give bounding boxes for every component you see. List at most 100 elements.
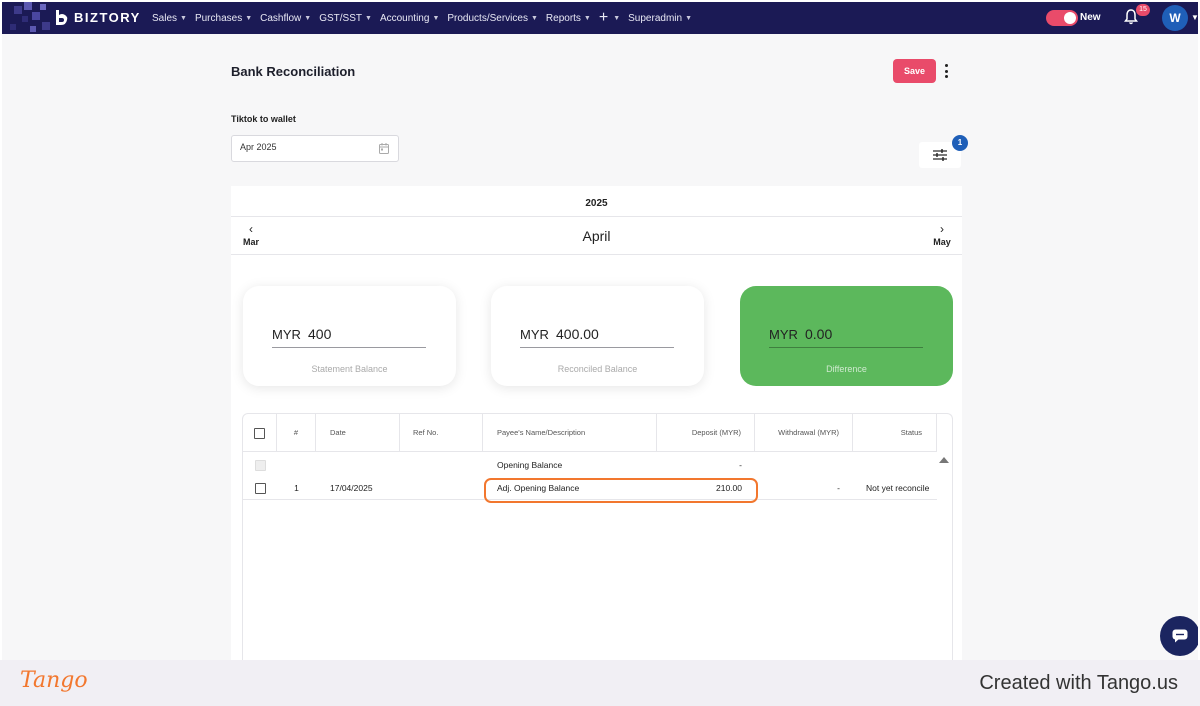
menu-purchases[interactable]: Purchases ▼ <box>195 13 252 24</box>
caret-down-icon: ▼ <box>530 14 538 22</box>
caret-down-icon: ▼ <box>685 14 692 22</box>
difference-label: Difference <box>826 364 867 374</box>
caret-down-icon: ▼ <box>304 14 312 22</box>
app-window: BIZTORY Sales ▼ Purchases ▼ Cashflow ▼ GST/… <box>2 2 1198 660</box>
reconciled-balance-label: Reconciled Balance <box>557 364 638 374</box>
calendar-icon[interactable] <box>379 143 389 154</box>
statement-balance-field[interactable]: MYR 400 <box>272 322 426 348</box>
menu-label: Reports <box>545 12 581 24</box>
menu-label: Purchases <box>194 12 243 24</box>
period-picker[interactable] <box>231 135 399 162</box>
row-number: 1 <box>294 483 299 493</box>
menu-label: Cashflow <box>260 12 302 24</box>
notification-count-badge: 15 <box>1136 4 1150 16</box>
tango-credit-text: Created with Tango.us <box>979 672 1178 694</box>
caret-down-icon: ▼ <box>245 14 253 22</box>
bank-account-label: Tiktok to wallet <box>231 114 296 124</box>
top-navbar: BIZTORY Sales ▼ Purchases ▼ Cashflow ▼ GST/… <box>2 2 1198 34</box>
column-header-deposit[interactable]: Deposit (MYR) <box>657 414 755 452</box>
caret-down-icon: ▼ <box>613 14 621 22</box>
row-withdrawal: - <box>837 483 840 493</box>
period-input[interactable] <box>240 142 370 152</box>
page-title: Bank Reconciliation <box>231 64 356 79</box>
caret-down-icon: ▼ <box>432 14 440 22</box>
caret-down-icon: ▼ <box>583 14 591 22</box>
new-ui-toggle[interactable] <box>1046 10 1078 26</box>
tango-logo: Tango <box>20 668 88 693</box>
row-status <box>853 453 937 477</box>
reconciliation-card: 2025 ‹ Mar April › May MYR 400 Statement… <box>231 186 962 660</box>
menu-label: Sales <box>152 12 178 24</box>
user-avatar[interactable]: W <box>1162 5 1188 31</box>
select-all-cell <box>243 414 277 452</box>
column-header-ref[interactable]: Ref No. <box>400 414 483 452</box>
row-deposit: - <box>739 460 742 470</box>
reconciled-balance-card: MYR 400.00 Reconciled Balance <box>491 286 704 386</box>
row-withdrawal <box>755 453 853 477</box>
column-header-number[interactable]: # <box>277 414 316 452</box>
brand-mark-icon <box>56 10 68 25</box>
next-month-label: May <box>933 237 951 247</box>
column-header-date[interactable]: Date <box>316 414 400 452</box>
save-button[interactable]: Save <box>893 59 936 83</box>
menu-label: Accounting <box>379 12 430 24</box>
row-number <box>277 453 316 477</box>
column-header-payee[interactable]: Payee's Name/Description <box>483 414 657 452</box>
menu-label: GST/SST <box>319 12 363 24</box>
reconciled-balance-field: MYR 400.00 <box>520 322 674 348</box>
menu-quick-add[interactable]: + ▼ <box>599 10 620 26</box>
difference-card: MYR 0.00 Difference <box>740 286 953 386</box>
difference-value: 0.00 <box>805 326 833 342</box>
chevron-right-icon: › <box>940 222 944 236</box>
column-header-withdrawal[interactable]: Withdrawal (MYR) <box>755 414 853 452</box>
more-options-icon[interactable] <box>942 64 950 78</box>
user-menu-chevron-icon[interactable]: ▼ <box>1191 13 1198 22</box>
table-header: # Date Ref No. Payee's Name/Description … <box>243 414 937 452</box>
tango-footer: Tango Created with Tango.us <box>0 660 1200 706</box>
row-checkbox[interactable] <box>254 483 266 495</box>
currency-code: MYR <box>272 327 301 342</box>
brand-name: BIZTORY <box>74 10 141 25</box>
screenshot-frame: BIZTORY Sales ▼ Purchases ▼ Cashflow ▼ GST/… <box>0 0 1200 706</box>
row-payee: Opening Balance <box>497 460 563 470</box>
row-date: 17/04/2025 <box>330 483 373 493</box>
statement-balance-value: 400 <box>308 326 332 342</box>
column-header-status[interactable]: Status <box>853 414 937 452</box>
row-date <box>316 453 400 477</box>
scroll-up-arrow-icon[interactable] <box>939 457 949 463</box>
menu-label: Products/Services <box>447 12 528 24</box>
plus-icon: + <box>598 9 609 26</box>
next-month-button[interactable]: › May <box>932 223 952 247</box>
filter-count-badge: 1 <box>952 135 968 151</box>
menu-superadmin[interactable]: Superadmin ▼ <box>628 13 692 24</box>
statement-balance-label: Statement Balance <box>311 364 388 374</box>
currency-code: MYR <box>520 327 549 342</box>
current-month-label: April <box>582 228 611 244</box>
menu-accounting[interactable]: Accounting ▼ <box>380 13 439 24</box>
statement-balance-card: MYR 400 Statement Balance <box>243 286 456 386</box>
tango-highlight-box <box>484 478 758 503</box>
menu-sales[interactable]: Sales ▼ <box>152 13 187 24</box>
menu-cashflow[interactable]: Cashflow ▼ <box>260 13 311 24</box>
transactions-table: # Date Ref No. Payee's Name/Description … <box>242 413 953 660</box>
row-checkbox-disabled <box>254 460 266 472</box>
row-select-cell <box>243 453 277 477</box>
filter-sliders-icon <box>933 149 947 161</box>
menu-reports[interactable]: Reports ▼ <box>546 13 591 24</box>
menu-products-services[interactable]: Products/Services ▼ <box>447 13 538 24</box>
currency-code: MYR <box>769 327 798 342</box>
row-ref <box>400 476 483 500</box>
menu-gst-sst[interactable]: GST/SST ▼ <box>319 13 372 24</box>
table-row-opening-balance: Opening Balance - <box>243 453 937 477</box>
menu-label: Superadmin <box>628 12 683 24</box>
select-all-checkbox[interactable] <box>254 427 265 439</box>
reconciled-balance-value: 400.00 <box>556 326 599 342</box>
row-status: Not yet reconcile <box>866 483 930 493</box>
chat-button[interactable] <box>1160 616 1198 656</box>
row-select-cell <box>243 476 277 500</box>
brand-logo[interactable]: BIZTORY <box>2 2 142 34</box>
caret-down-icon: ▼ <box>365 14 372 22</box>
month-navigator: ‹ Mar April › May <box>231 217 962 255</box>
difference-field: MYR 0.00 <box>769 322 923 348</box>
chat-bubble-icon <box>1172 629 1188 643</box>
